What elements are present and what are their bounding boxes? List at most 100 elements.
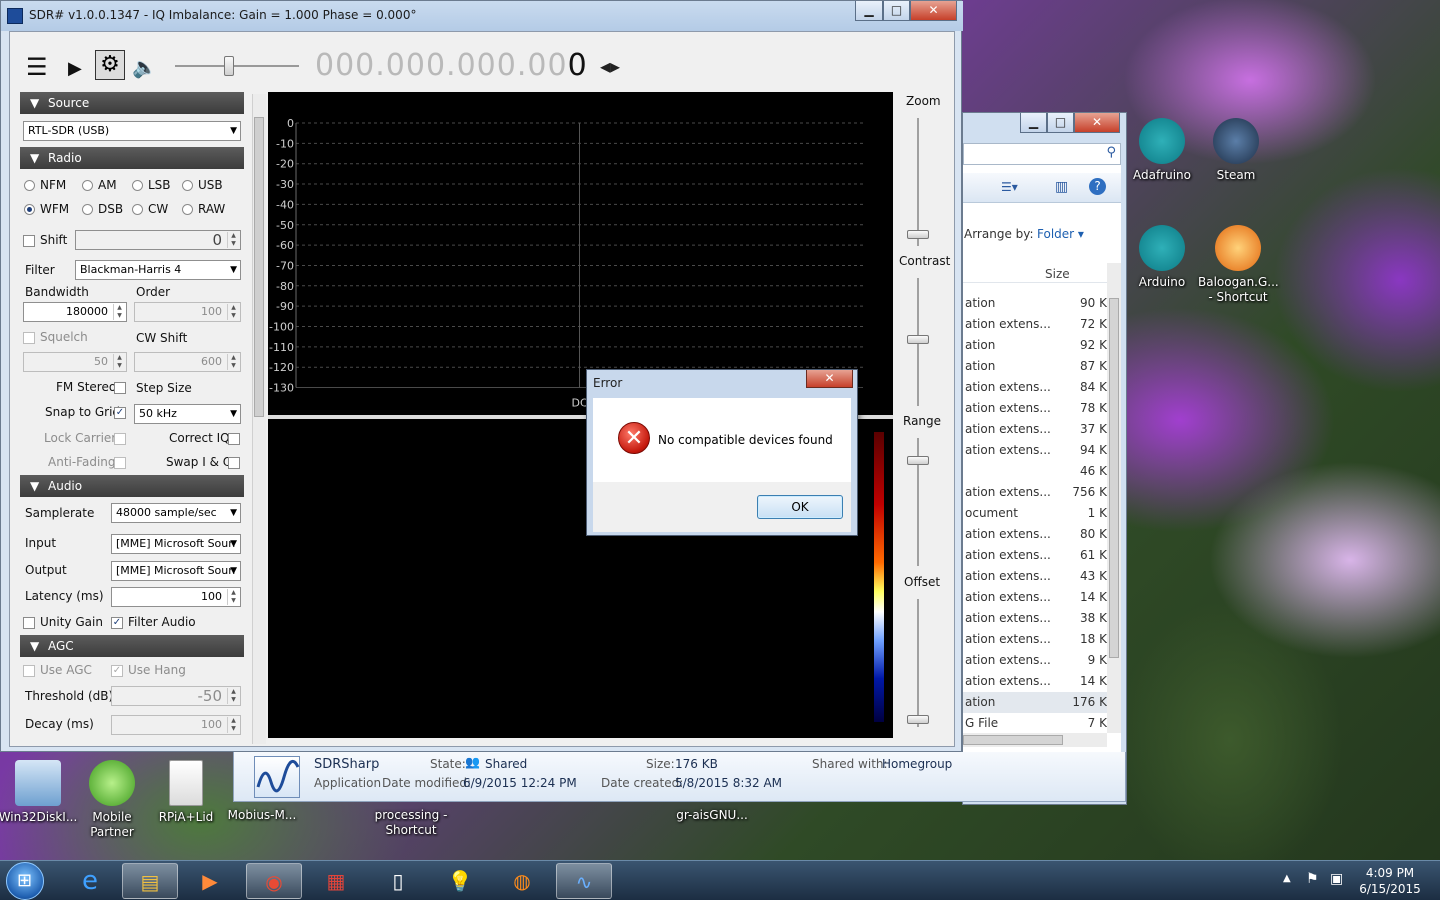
firefox-icon[interactable]: ◍ xyxy=(494,863,550,899)
scroll-thumb[interactable] xyxy=(1109,298,1119,658)
squelch-checkbox[interactable] xyxy=(23,332,35,344)
lightbulb-icon[interactable]: 💡 xyxy=(432,863,488,899)
filter-audio-checkbox[interactable]: ✓ xyxy=(111,617,123,629)
contrast-slider-thumb[interactable] xyxy=(907,335,929,344)
menu-icon[interactable]: ☰ xyxy=(26,54,48,80)
file-row[interactable]: ation extens... 38 K xyxy=(963,608,1111,629)
hscroll-thumb[interactable] xyxy=(963,735,1063,745)
radio-circle[interactable] xyxy=(82,180,93,191)
file-row[interactable]: ation extens... 84 K xyxy=(963,377,1111,398)
explorer-window[interactable]: ▁ □ ✕ ⚲ ☰▾ ▥ ? Arrange by: Folder ▾ Size… xyxy=(962,112,1127,805)
file-row[interactable]: G File 7 K xyxy=(963,713,1111,734)
mode-radio-cw[interactable]: CW xyxy=(132,201,188,217)
file-row[interactable]: ation extens... 72 K xyxy=(963,314,1111,335)
input-device-select[interactable]: [MME] Microsoft Soun ▼ xyxy=(111,534,241,554)
file-row[interactable]: ation extens... 756 K xyxy=(963,482,1111,503)
volume-slider-track[interactable] xyxy=(175,65,299,67)
desktop-icon-gr-ais[interactable]: gr-aisGNU... xyxy=(672,808,752,823)
ok-button[interactable]: OK xyxy=(757,495,843,519)
settings-scroll-thumb[interactable] xyxy=(254,117,264,417)
range-slider-thumb[interactable] xyxy=(907,456,929,465)
gear-icon[interactable]: ⚙ xyxy=(95,50,125,80)
spinner-arrows-icon[interactable]: ▲ ▼ xyxy=(113,304,125,320)
agc-section-header[interactable]: ▼ AGC xyxy=(20,635,244,657)
file-row[interactable]: ation extens... 14 K xyxy=(963,587,1111,608)
file-row[interactable]: ation 87 K xyxy=(963,356,1111,377)
spinner-arrows-icon[interactable]: ▲ ▼ xyxy=(227,232,239,248)
media-player-icon[interactable]: ▶ xyxy=(182,863,238,899)
explorer-horizontal-scrollbar[interactable] xyxy=(963,733,1107,747)
decay-spinner[interactable]: 100 ▲ ▼ xyxy=(111,715,241,735)
threshold-spinner[interactable]: -50 ▲ ▼ xyxy=(111,686,241,706)
error-close-button[interactable]: ✕ xyxy=(806,370,853,388)
unity-gain-checkbox[interactable] xyxy=(23,617,35,629)
lock-carrier-checkbox[interactable] xyxy=(114,433,126,445)
explorer-vertical-scrollbar[interactable] xyxy=(1107,263,1121,733)
maximize-button[interactable]: □ xyxy=(883,1,910,21)
internet-explorer-icon[interactable]: e xyxy=(62,863,118,899)
file-row[interactable]: ation 92 K xyxy=(963,335,1111,356)
source-device-select[interactable]: RTL-SDR (USB) ▼ xyxy=(23,121,241,141)
spinner-arrows-icon[interactable]: ▲ ▼ xyxy=(227,717,239,733)
offset-slider-thumb[interactable] xyxy=(907,715,929,724)
desktop-icon-steam[interactable]: Steam xyxy=(1196,118,1276,183)
action-center-flag-icon[interactable]: ⚑ xyxy=(1306,871,1319,887)
desktop-icon-win32diskimager[interactable]: Win32DiskI... xyxy=(0,760,78,825)
file-row[interactable]: ation 176 K xyxy=(963,692,1111,713)
spinner-arrows-icon[interactable]: ▲ ▼ xyxy=(227,688,239,704)
use-agc-checkbox[interactable] xyxy=(23,665,35,677)
play-icon[interactable]: ▶ xyxy=(68,56,82,82)
document-icon[interactable]: ▯ xyxy=(370,863,426,899)
latency-spinner[interactable]: 100 ▲ ▼ xyxy=(111,587,241,607)
filter-select[interactable]: Blackman-Harris 4 ▼ xyxy=(75,260,241,280)
spinner-arrows-icon[interactable]: ▲ ▼ xyxy=(227,304,239,320)
file-row[interactable]: ation extens... 43 K xyxy=(963,566,1111,587)
file-row[interactable]: ation extens... 18 K xyxy=(963,629,1111,650)
file-row[interactable]: ation extens... 78 K xyxy=(963,398,1111,419)
file-row[interactable]: ation extens... 80 K xyxy=(963,524,1111,545)
zoom-slider-thumb[interactable] xyxy=(907,230,929,239)
explorer-maximize-button[interactable]: □ xyxy=(1047,113,1074,133)
radio-circle[interactable] xyxy=(132,204,143,215)
close-button[interactable]: ✕ xyxy=(910,1,957,21)
source-section-header[interactable]: ▼ Source xyxy=(20,92,244,114)
radio-circle[interactable] xyxy=(24,180,35,191)
sdrsharp-taskbar-icon[interactable]: ∿ xyxy=(556,863,612,899)
radio-circle[interactable] xyxy=(132,180,143,191)
view-icon[interactable]: ☰▾ xyxy=(1001,180,1018,194)
shift-checkbox[interactable] xyxy=(23,235,35,247)
mode-radio-usb[interactable]: USB xyxy=(182,177,238,193)
correct-iq-checkbox[interactable] xyxy=(228,433,240,445)
file-row[interactable]: ation extens... 9 K xyxy=(963,650,1111,671)
file-row[interactable]: ation extens... 94 K xyxy=(963,440,1111,461)
file-row[interactable]: ation 90 K xyxy=(963,293,1111,314)
volume-slider-thumb[interactable] xyxy=(224,56,234,76)
chrome-icon[interactable]: ◉ xyxy=(246,863,302,899)
desktop-icon-rpia-lid[interactable]: RPiA+Lid xyxy=(146,760,226,825)
samplerate-select[interactable]: 48000 sample/sec ▼ xyxy=(111,503,241,523)
mode-radio-wfm[interactable]: WFM xyxy=(24,201,80,217)
shift-spinner[interactable]: 0 ▲ ▼ xyxy=(75,230,241,250)
file-row[interactable]: ation extens... 61 K xyxy=(963,545,1111,566)
bandwidth-spinner[interactable]: 180000 ▲ ▼ xyxy=(23,302,127,322)
explorer-search-input[interactable]: ⚲ xyxy=(963,143,1121,165)
size-column-header[interactable]: Size xyxy=(1045,267,1070,281)
output-device-select[interactable]: [MME] Microsoft Soun ▼ xyxy=(111,561,241,581)
fm-stereo-checkbox[interactable] xyxy=(114,382,126,394)
radio-circle[interactable] xyxy=(82,204,93,215)
system-clock[interactable]: 4:09 PM 6/15/2015 xyxy=(1355,865,1425,897)
frequency-display[interactable]: 000.000.000.000 xyxy=(315,48,588,83)
desktop-icon-processing[interactable]: processing - Shortcut xyxy=(371,808,451,838)
desktop-icon-mobius[interactable]: Mobius-M... xyxy=(222,808,302,823)
minimize-button[interactable]: ▁ xyxy=(855,1,883,21)
file-row[interactable]: ation extens... 37 K xyxy=(963,419,1111,440)
radio-circle[interactable] xyxy=(24,204,35,215)
step-size-select[interactable]: 50 kHz ▼ xyxy=(134,404,241,424)
file-row[interactable]: 46 K xyxy=(963,461,1111,482)
offset-slider-track[interactable] xyxy=(917,599,919,727)
arrange-by-dropdown[interactable]: Folder ▾ xyxy=(1037,227,1084,241)
cw-shift-spinner[interactable]: 600 ▲ ▼ xyxy=(134,352,241,372)
explorer-close-button[interactable]: ✕ xyxy=(1074,113,1120,133)
desktop-icon-adafruino[interactable]: Adafruino xyxy=(1122,118,1202,183)
apps-grid-icon[interactable]: ▦ xyxy=(308,863,364,899)
